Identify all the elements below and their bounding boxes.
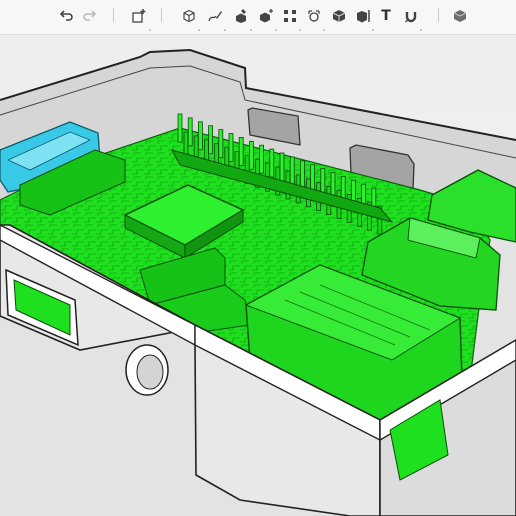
redo-button[interactable] (80, 6, 100, 26)
magnet-icon (405, 12, 417, 23)
dropdown-dot (224, 29, 226, 31)
construct-icon (236, 9, 246, 23)
dropdown-dot (372, 29, 374, 31)
pattern-button[interactable] (280, 6, 300, 26)
snap-button[interactable] (401, 6, 421, 26)
material-icon (453, 10, 467, 22)
construct-button[interactable] (231, 6, 251, 26)
primitives-icon (183, 9, 195, 23)
gpio-pin (299, 160, 305, 190)
gpio-pin (289, 156, 295, 186)
toolbar-separator (438, 8, 439, 22)
dropdown-dot (420, 29, 422, 31)
gpio-pin (197, 121, 203, 151)
undo-icon (59, 10, 73, 21)
gpio-pin (269, 148, 275, 178)
gpio-pin (259, 144, 265, 174)
3d-viewport[interactable] (0, 35, 516, 516)
gpio-pin (218, 129, 224, 159)
toolbar-separator (113, 8, 114, 22)
model-view[interactable] (0, 35, 516, 516)
combine-button[interactable] (329, 6, 349, 26)
grouping-icon (308, 10, 320, 22)
add-object-button[interactable] (129, 6, 149, 26)
dropdown-dot (198, 29, 200, 31)
modify-icon (260, 9, 273, 23)
toolbar-separator (161, 8, 162, 22)
dropdown-dot (275, 29, 277, 31)
gpio-pin (238, 136, 244, 166)
pattern-icon (284, 10, 296, 22)
primitives-button[interactable] (179, 6, 199, 26)
grouping-button[interactable] (304, 6, 324, 26)
measure-icon (357, 10, 370, 23)
text-button[interactable]: T (376, 6, 396, 26)
gpio-pin (187, 117, 193, 147)
material-button[interactable] (450, 6, 470, 26)
redo-icon (83, 10, 97, 21)
modify-button[interactable] (256, 6, 276, 26)
toolbar: T (0, 0, 516, 35)
text-icon: T (381, 8, 391, 24)
gpio-pin (279, 152, 285, 182)
dropdown-dot (323, 29, 325, 31)
combine-icon (332, 10, 346, 22)
add-box-icon (132, 9, 146, 23)
dropdown-dot (149, 29, 151, 31)
sketch-icon (208, 11, 222, 22)
dropdown-dot (299, 29, 301, 31)
gpio-pin (228, 133, 234, 162)
audio-hole-inner (136, 354, 164, 390)
sketch-button[interactable] (205, 6, 225, 26)
measure-button[interactable] (353, 6, 373, 26)
gpio-pin (208, 125, 214, 155)
gpio-pin (177, 113, 183, 143)
dropdown-dot (250, 29, 252, 31)
gpio-pin (248, 140, 254, 170)
undo-button[interactable] (56, 6, 76, 26)
